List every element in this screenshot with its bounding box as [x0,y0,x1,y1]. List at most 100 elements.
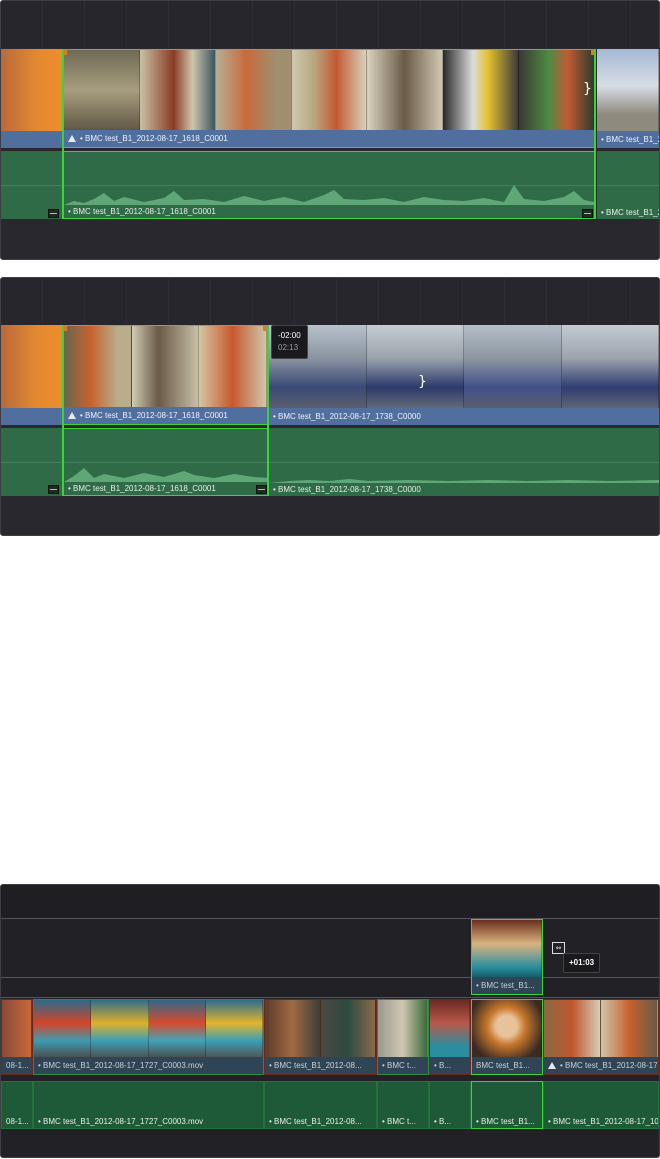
clip-name: BMC test_B1_2012-08-17_1618_C0001 [73,484,216,493]
warning-icon [68,135,76,143]
clip-name: BMC test_B1_2012-08... [274,1061,362,1070]
audio-waveform [64,468,267,482]
trim-cursor-icon: } [583,81,592,97]
trim-tooltip: -02:00 02:13 [271,325,308,359]
audio-waveform [269,479,659,483]
video-clip[interactable]: • BMC test_B1_2012-08-17 [543,999,659,1075]
timeline-ruler[interactable] [1,1,659,48]
clip-name: B... [439,1117,452,1126]
clip-label: • B... [434,1117,452,1126]
video-clip[interactable]: 08-1... [1,999,33,1075]
clip-name: BMC test_B1... [481,981,535,990]
clip-name: BMC test_B1_2012-08-17_1618_C0001 [85,134,228,143]
audio-clip[interactable]: • BMC test_B1_2012-08-17_10 [543,1081,659,1129]
clip-menu-icon[interactable] [48,485,59,494]
video-clip-right[interactable]: • BMC test_B1_2012-08-17_1738_C0000 [269,325,659,425]
clip-label: • BMC test_B1_2012-08-17_1727_C0003.mov [34,1057,263,1074]
edit-point-line [62,325,64,496]
timeline-ruler[interactable] [1,278,659,325]
video-clip-left[interactable] [1,325,63,425]
clip-label: • BMC test_B1... [472,977,542,994]
audio-clip-selected[interactable]: • BMC test_B1_2012-08-17_1618_C0001 [63,428,268,496]
clip-name: B... [439,1061,452,1070]
edit-point-line [267,325,269,496]
edit-point-marker [64,325,67,331]
move-tooltip: +01:03 [563,953,601,973]
edit-point-line [62,49,64,219]
warning-icon [548,1062,556,1070]
clip-label: • BMC t... [378,1057,428,1074]
audio-clip[interactable]: • B... [429,1081,471,1129]
clip-label: • BMC test_B1_2012-08-17_1618_C0001 [64,407,267,424]
clip-label: • B... [430,1057,470,1074]
clip-label: • BMC test_B1_2 [597,131,659,148]
timeline-panel-2: • BMC test_B1_2012-08-17_1618_C0001 • BM… [0,277,660,536]
clip-name: BMC test_B1_2012-08... [274,1117,362,1126]
audio-clip-left[interactable] [1,428,63,496]
trim-offset: -02:00 [278,331,301,340]
clip-name: BMC test_B1_2012-08-17_1618_C0001 [85,411,228,420]
clip-label: • BMC test_B1_2012-08-17_1618_C0001 [64,130,595,147]
clip-label: • BMC test_B1_2012-08-17_1738_C0000 [269,408,659,425]
audio-clip[interactable]: • BMC t... [377,1081,429,1129]
clip-label: • BMC test_B1_2012-08-17_10 [548,1117,659,1126]
edit-point-marker [64,49,67,55]
timeline-panel-1: • BMC test_B1_2012-08-17_1618_C0001 } • … [0,0,660,260]
clip-menu-icon[interactable] [48,209,59,218]
clip-name: BMC test_B1_2 [606,208,659,217]
clip-label: • BMC test_B1_2012-08... [265,1057,376,1074]
clip-name: BMC test_B1_2 [606,135,659,144]
clip-name: BMC test_B1_2012-08-17_1738_C0000 [278,485,421,494]
audio-clip[interactable]: • BMC test_B1_2012-08... [264,1081,377,1129]
video-clip[interactable]: • BMC t... [377,999,429,1075]
clip-label: • BMC test_B1... [476,1117,535,1126]
clip-name: BMC t... [387,1117,416,1126]
audio-clip-overwrite[interactable]: • BMC test_B1... [471,1081,543,1129]
clip-name: BMC test_B1_2012-08-17_1738_C0000 [278,412,421,421]
clip-menu-icon[interactable] [256,485,267,494]
clip-label: • BMC t... [382,1117,416,1126]
clip-name: BMC test_B1_2012-08-17 [565,1061,658,1070]
warning-icon [68,412,76,420]
move-offset: +01:03 [569,958,595,967]
clip-menu-icon[interactable] [582,209,593,218]
clip-name: BMC test_B1_2012-08-17_10 [553,1117,659,1126]
video-clip-moving[interactable]: • BMC test_B1... [471,919,543,995]
video-clip-selected[interactable]: • BMC test_B1_2012-08-17_1618_C0001 [63,49,596,148]
clip-name: BMC test_B1_2012-08-17_1727_C0003.mov [43,1061,204,1070]
clip-name: BMC test_B1... [481,1117,535,1126]
clip-name: BMC test_B1_2012-08-17_1618_C0001 [73,207,216,216]
video-clip-overwrite[interactable]: BMC test_B1... [471,999,543,1075]
clip-label [1,131,63,148]
clip-label: BMC test_B1... [472,1057,542,1074]
clip-label: • BMC test_B1_2 [601,208,659,217]
edit-point-marker [263,325,266,331]
audio-clip[interactable]: • BMC test_B1_2012-08-17_1727_C0003.mov [33,1081,264,1129]
clip-label: • BMC test_B1_2012-08-17_1727_C0003.mov [38,1117,204,1126]
audio-clip-left[interactable] [1,151,63,219]
audio-waveform [64,185,594,205]
video-clip-selected[interactable]: • BMC test_B1_2012-08-17_1618_C0001 [63,325,268,425]
trim-cursor-icon: } [418,374,427,390]
clip-label: • BMC test_B1_2012-08-17_1618_C0001 [68,207,216,216]
clip-label: • BMC test_B1_2012-08-17_1738_C0000 [273,485,421,494]
audio-clip-right[interactable]: • BMC test_B1_2 [597,151,659,219]
video-clip-right[interactable]: • BMC test_B1_2 [597,49,659,148]
move-icon: ⇔ [552,942,565,954]
edit-point-line [594,49,596,219]
clip-label: 08-1... [6,1117,29,1126]
audio-clip-selected[interactable]: • BMC test_B1_2012-08-17_1618_C0001 [63,151,596,219]
video-clip[interactable]: • B... [429,999,471,1075]
audio-clip[interactable]: 08-1... [1,1081,33,1129]
trim-duration: 02:13 [278,343,299,352]
audio-clip-right[interactable]: • BMC test_B1_2012-08-17_1738_C0000 [269,428,659,496]
timeline-panel-3: • BMC test_B1... ⇔ +01:03 08-1... • BMC … [0,884,660,1158]
clip-label: • BMC test_B1_2012-08-17_1618_C0001 [68,484,216,493]
timeline-ruler[interactable] [1,885,659,918]
clip-name: BMC test_B1_2012-08-17_1727_C0003.mov [43,1117,204,1126]
clip-label: 08-1... [2,1057,32,1074]
video-clip-left[interactable] [1,49,63,148]
video-clip[interactable]: • BMC test_B1_2012-08-17_1727_C0003.mov [33,999,264,1075]
clip-label: • BMC test_B1_2012-08... [269,1117,362,1126]
video-clip[interactable]: • BMC test_B1_2012-08... [264,999,377,1075]
